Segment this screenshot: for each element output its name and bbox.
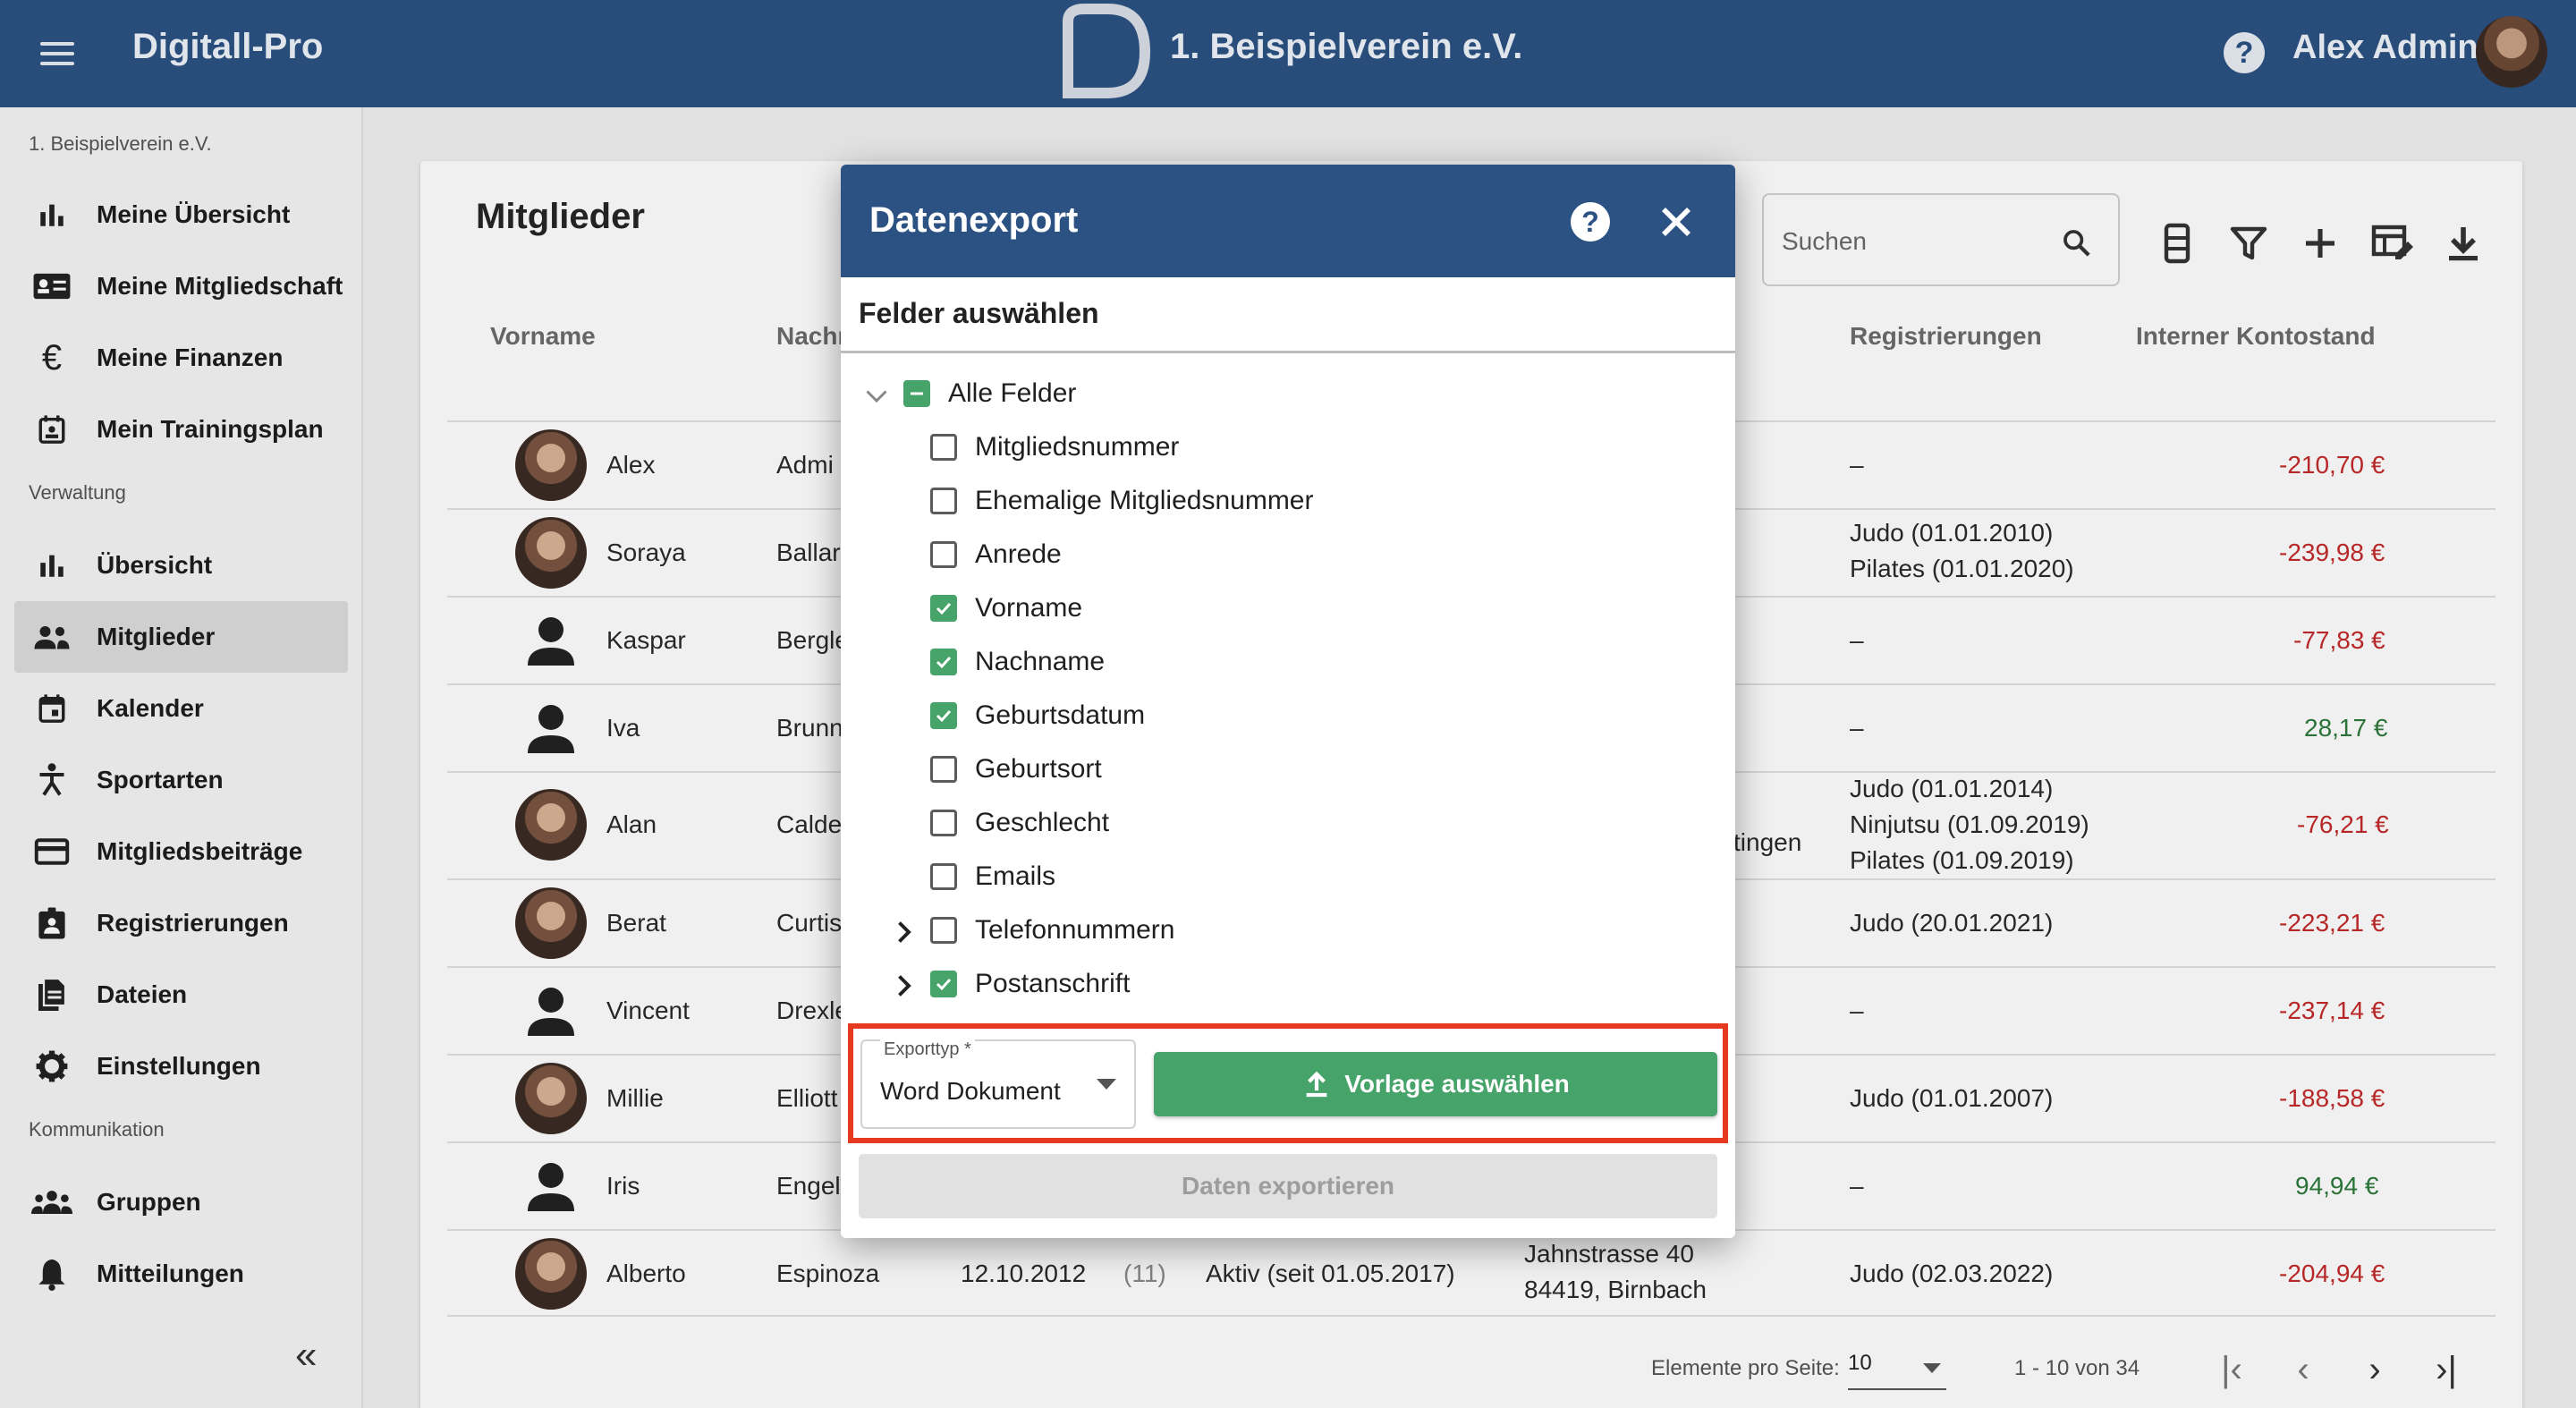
check-icon (936, 602, 952, 615)
export-data-label: Daten exportieren (1181, 1172, 1395, 1200)
chevron-right-icon[interactable] (887, 916, 919, 948)
field-checkbox[interactable] (930, 971, 957, 997)
check-icon (936, 656, 952, 669)
field-item[interactable]: Emails (930, 855, 1055, 898)
export-type-select[interactable]: Exporttyp * Word Dokument (860, 1039, 1136, 1129)
export-dialog: Datenexport ? Felder auswählen Alle Feld… (841, 165, 1735, 1238)
field-label: Geschlecht (975, 808, 1110, 837)
upload-icon (1306, 1071, 1327, 1098)
field-label: Anrede (975, 539, 1062, 569)
field-checkbox[interactable] (930, 595, 957, 622)
field-item[interactable]: Geschlecht (930, 802, 1109, 844)
field-item[interactable]: Geburtsdatum (930, 694, 1145, 737)
close-icon[interactable] (1651, 197, 1701, 247)
field-label: Alle Felder (948, 378, 1077, 408)
select-template-label: Vorlage auswählen (1344, 1070, 1570, 1098)
check-icon (936, 709, 952, 723)
field-item[interactable]: Ehemalige Mitgliedsnummer (930, 479, 1314, 522)
field-item[interactable]: Telefonnummern (930, 909, 1174, 952)
field-label: Ehemalige Mitgliedsnummer (975, 486, 1314, 515)
field-label: Vorname (975, 593, 1083, 623)
field-item[interactable]: Postanschrift (930, 963, 1130, 1005)
field-item[interactable]: Anrede (930, 533, 1062, 576)
divider (841, 351, 1735, 353)
field-checkbox[interactable] (930, 488, 957, 514)
field-checkbox[interactable] (930, 434, 957, 461)
dropdown-arrow-icon (1097, 1079, 1116, 1090)
field-label: Mitgliedsnummer (975, 432, 1180, 462)
field-all[interactable]: Alle Felder (903, 372, 1076, 415)
field-label: Emails (975, 861, 1056, 891)
field-checkbox[interactable] (930, 756, 957, 783)
field-item[interactable]: Vorname (930, 587, 1082, 630)
field-label: Nachname (975, 647, 1106, 676)
field-checkbox[interactable] (930, 702, 957, 729)
check-icon (936, 978, 952, 991)
field-checkbox[interactable] (930, 863, 957, 890)
export-type-value: Word Dokument (880, 1077, 1061, 1105)
field-checkbox[interactable] (930, 917, 957, 944)
all-fields-checkbox[interactable] (903, 380, 930, 407)
chevron-down-icon[interactable] (860, 379, 893, 411)
field-item[interactable]: Mitgliedsnummer (930, 426, 1179, 469)
export-data-button[interactable]: Daten exportieren (859, 1154, 1717, 1218)
dialog-header: Datenexport ? (841, 165, 1735, 277)
export-type-label: Exporttyp * (880, 1039, 975, 1060)
field-checkbox[interactable] (930, 810, 957, 836)
field-item[interactable]: Nachname (930, 640, 1105, 683)
help-icon[interactable]: ? (1571, 202, 1610, 242)
field-label: Postanschrift (975, 969, 1131, 998)
field-checkbox[interactable] (930, 649, 957, 675)
minus-icon (911, 392, 923, 395)
field-checkbox[interactable] (930, 541, 957, 568)
field-item[interactable]: Geburtsort (930, 748, 1102, 791)
dialog-subtitle: Felder auswählen (859, 297, 1099, 329)
chevron-right-icon[interactable] (887, 970, 919, 1002)
field-label: Telefonnummern (975, 915, 1175, 945)
field-label: Geburtsdatum (975, 700, 1146, 730)
field-label: Geburtsort (975, 754, 1102, 784)
select-template-button[interactable]: Vorlage auswählen (1154, 1052, 1717, 1116)
dialog-title: Datenexport (869, 200, 1079, 240)
